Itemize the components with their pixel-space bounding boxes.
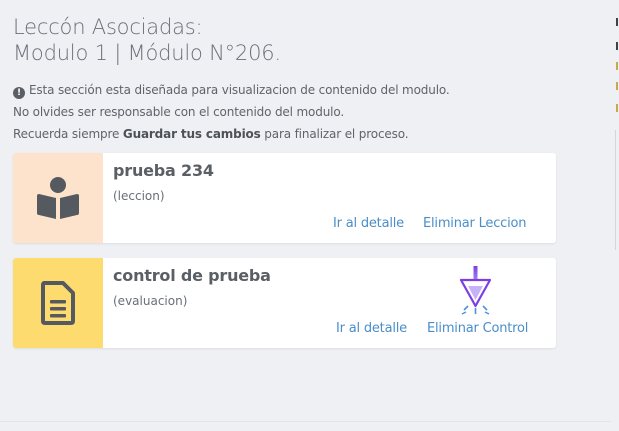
panel-edge-mark [616,18,618,26]
info-text-1: Esta sección esta diseñada para visualiz… [29,83,450,97]
delete-control-link[interactable]: Eliminar Control [427,321,528,336]
card-type: (leccion) [113,189,165,203]
card-icon-panel [13,258,103,348]
info-line-2: No olvides ser responsable con el conten… [13,105,344,119]
info-text-3-prefix: Recuerda siempre [13,127,123,141]
page-title: Leccón Asociadas: Modulo 1 | Módulo N°20… [13,14,281,66]
book-reader-icon [37,177,79,219]
exclamation-circle-icon: ! [13,87,25,99]
info-line-1: ! Esta sección esta diseñada para visuali… [13,79,450,101]
panel-edge-mark [616,62,618,70]
delete-lesson-link[interactable]: Eliminar Leccion [423,216,527,231]
card-title: control de prueba [113,266,271,285]
page-title-line2: Modulo 1 | Módulo N°206. [13,41,281,65]
lesson-card: prueba 234 (leccion) Ir al detalle Elimi… [13,153,556,243]
detail-link[interactable]: Ir al detalle [333,216,404,231]
card-title: prueba 234 [113,161,214,180]
panel-edge-border [615,130,616,250]
click-cursor-icon [459,266,492,315]
panel-edge-mark [616,104,618,112]
panel-edge-mark [616,82,618,90]
info-text-3-bold: Guardar tus cambios [122,127,261,141]
info-block: ! Esta sección esta diseñada para visuali… [13,79,450,145]
card-type: (evaluacion) [113,294,188,308]
bottom-divider [0,421,611,422]
info-line-3: Recuerda siempre Guardar tus cambios par… [13,123,450,145]
page-title-line1: Leccón Asociadas: [13,15,203,39]
right-panel-edge [611,0,619,431]
document-icon [41,281,75,325]
card-icon-panel [13,153,103,243]
panel-edge-mark [616,42,618,50]
detail-link[interactable]: Ir al detalle [336,321,407,336]
info-text-3-suffix: para finalizar el proceso. [260,127,409,141]
